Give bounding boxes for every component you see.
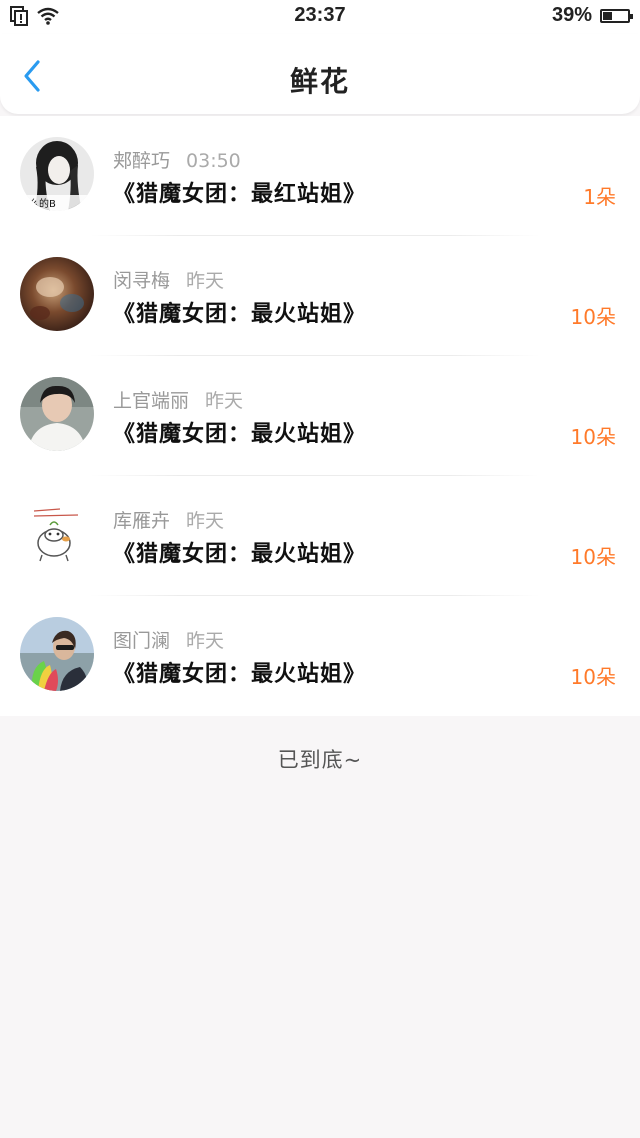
gift-time: 03:50 — [186, 150, 241, 172]
gift-time: 昨天 — [205, 390, 244, 412]
list-item[interactable]: 上官端丽 昨天 《猎魔女团：最火站姐》 10朵 — [0, 356, 640, 476]
avatar[interactable] — [20, 497, 94, 571]
nav-header: 鲜花 — [0, 34, 640, 114]
battery-icon — [600, 8, 633, 23]
avatar[interactable]: 么的B — [20, 137, 94, 211]
gift-list: 么的B 郏醉巧 03:50 《猎魔女团：最红站姐》 1朵 闵寻梅 昨天 《猎魔女… — [0, 116, 640, 716]
avatar-overlay-text: 么的B — [29, 197, 56, 210]
battery-percent: 39% — [551, 4, 592, 26]
gift-meta: 库雁卉 昨天 — [113, 506, 224, 533]
user-name[interactable]: 上官端丽 — [113, 390, 189, 412]
gift-title: 《猎魔女团：最火站姐》 — [113, 422, 367, 447]
avatar[interactable] — [20, 617, 94, 691]
list-item[interactable]: 图门澜 昨天 《猎魔女团：最火站姐》 10朵 — [0, 596, 640, 716]
list-item[interactable]: 闵寻梅 昨天 《猎魔女团：最火站姐》 10朵 — [0, 236, 640, 356]
battery-fill — [603, 11, 612, 20]
flower-count: 10朵 — [570, 425, 616, 449]
page-title: 鲜花 — [289, 65, 350, 98]
flower-count: 10朵 — [570, 545, 616, 569]
gift-meta: 上官端丽 昨天 — [113, 386, 243, 413]
gift-time: 昨天 — [186, 510, 225, 532]
status-bar: 23:37 39% — [0, 0, 640, 34]
gift-title: 《猎魔女团：最火站姐》 — [113, 302, 367, 327]
status-time: 23:37 — [294, 4, 346, 26]
gift-meta: 闵寻梅 昨天 — [113, 266, 224, 293]
user-name[interactable]: 郏醉巧 — [113, 150, 170, 172]
gift-meta: 郏醉巧 03:50 — [113, 146, 241, 173]
gift-time: 昨天 — [186, 630, 225, 652]
end-of-list-note: 已到底~ — [277, 748, 363, 772]
user-name[interactable]: 图门澜 — [113, 630, 170, 652]
flower-count: 1朵 — [583, 185, 616, 209]
gift-title: 《猎魔女团：最红站姐》 — [113, 182, 367, 207]
gift-time: 昨天 — [186, 270, 225, 292]
flower-count: 10朵 — [570, 305, 616, 329]
status-icons-right: 39% — [551, 4, 633, 27]
gift-meta: 图门澜 昨天 — [113, 626, 224, 653]
gift-title: 《猎魔女团：最火站姐》 — [113, 662, 367, 687]
list-item[interactable]: 库雁卉 昨天 《猎魔女团：最火站姐》 10朵 — [0, 476, 640, 596]
avatar[interactable] — [20, 257, 94, 331]
avatar[interactable] — [20, 377, 94, 451]
flower-count: 10朵 — [570, 665, 616, 689]
list-item[interactable]: 么的B 郏醉巧 03:50 《猎魔女团：最红站姐》 1朵 — [0, 116, 640, 236]
user-name[interactable]: 闵寻梅 — [113, 270, 170, 292]
user-name[interactable]: 库雁卉 — [113, 510, 170, 532]
gift-title: 《猎魔女团：最火站姐》 — [113, 542, 367, 567]
